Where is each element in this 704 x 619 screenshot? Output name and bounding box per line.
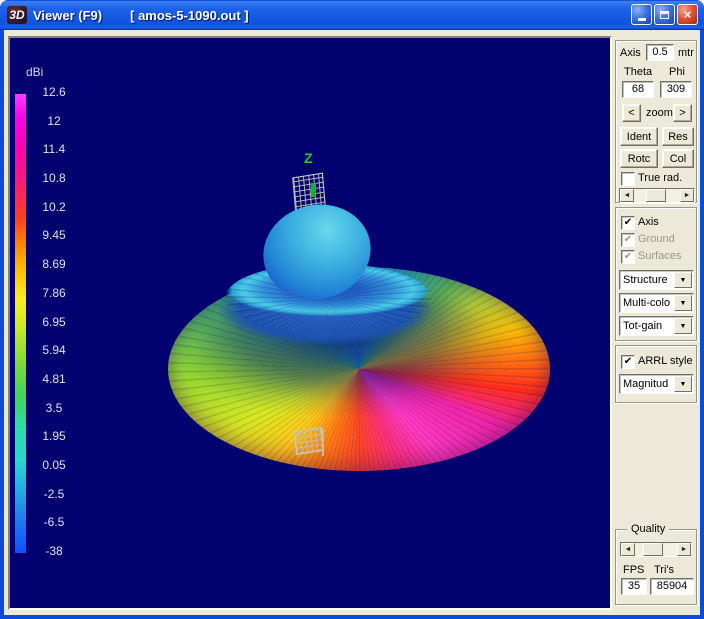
axis-unit-label: mtr bbox=[678, 47, 694, 60]
phi-label: Phi bbox=[669, 66, 685, 79]
arrl-style-label: ARRL style bbox=[638, 355, 693, 368]
app-icon: 3D bbox=[7, 6, 27, 24]
minimize-button[interactable] bbox=[631, 4, 652, 25]
3d-viewport-canvas[interactable]: dBi 12.6 12 11.4 10.8 10.2 9.45 8.69 7.86 6.95 5.… bbox=[8, 36, 612, 610]
z-axis-marker bbox=[311, 183, 316, 197]
fps-label: FPS bbox=[623, 564, 644, 577]
surfaces-checkbox: ✔ bbox=[621, 250, 635, 264]
quality-legend: Quality bbox=[627, 523, 669, 535]
surfaces-checkbox-label: Surfaces bbox=[638, 250, 681, 263]
gain-color-scale bbox=[15, 94, 26, 553]
maximize-icon bbox=[660, 11, 669, 19]
quality-slider[interactable]: ◄ ► bbox=[620, 542, 692, 557]
resolution-slider[interactable]: ◄ ► bbox=[619, 188, 695, 203]
true-rad-checkbox[interactable] bbox=[621, 172, 635, 186]
structure-dropdown-value: Structure bbox=[623, 273, 675, 287]
phi-input[interactable]: 309 bbox=[660, 81, 692, 98]
scale-ticks: 12.6 12 11.4 10.8 10.2 9.45 8.69 7.86 6.95 5.94 4.… bbox=[33, 86, 75, 558]
close-icon: × bbox=[684, 8, 692, 21]
ground-checkbox-label: Ground bbox=[638, 233, 675, 246]
slider-right-arrow-icon[interactable]: ► bbox=[677, 543, 691, 556]
ident-button[interactable]: Ident bbox=[620, 127, 658, 146]
scale-tick-label: 10.8 bbox=[33, 172, 75, 185]
scale-tick-label: 3.5 bbox=[33, 402, 75, 415]
scale-tick-label: 0.05 bbox=[33, 459, 75, 472]
res-button[interactable]: Res bbox=[662, 127, 694, 146]
gain-type-dropdown-value: Tot-gain bbox=[623, 319, 675, 333]
rotc-button[interactable]: Rotc bbox=[620, 149, 658, 168]
resolution-slider-thumb[interactable] bbox=[646, 189, 666, 202]
fps-value: 35 bbox=[621, 578, 647, 595]
tris-value: 85904 bbox=[650, 578, 694, 595]
gain-type-dropdown[interactable]: Tot-gain ▼ bbox=[619, 316, 694, 336]
quality-slider-thumb[interactable] bbox=[643, 543, 663, 556]
chevron-down-icon[interactable]: ▼ bbox=[674, 376, 692, 392]
magnitude-dropdown-value: Magnitud bbox=[623, 377, 675, 391]
maximize-button[interactable] bbox=[654, 4, 675, 25]
scale-tick-label: 10.2 bbox=[33, 201, 75, 214]
viewer-window: 3D Viewer (F9) [ amos-5-1090.out ] × dBi… bbox=[0, 0, 704, 619]
true-rad-label: True rad. bbox=[638, 172, 682, 185]
magnitude-dropdown[interactable]: Magnitud ▼ bbox=[619, 374, 694, 394]
scale-unit-label: dBi bbox=[26, 65, 43, 79]
arrl-style-group: ✔ ARRL style Magnitud ▼ bbox=[615, 345, 697, 403]
zoom-out-button[interactable]: < bbox=[622, 104, 641, 122]
scale-tick-label: 6.95 bbox=[33, 316, 75, 329]
antenna-mesh-panel-lower bbox=[294, 427, 324, 455]
minimize-icon bbox=[638, 18, 646, 21]
scale-tick-label: 1.95 bbox=[33, 430, 75, 443]
col-button[interactable]: Col bbox=[662, 149, 694, 168]
display-options-group: ✔ Axis ✔ Ground ✔ Surfaces Structure ▼ M… bbox=[615, 207, 697, 341]
z-axis-label: Z bbox=[304, 150, 313, 166]
control-panel: Axis 0.5 mtr Theta Phi 68 309 < zoom > I… bbox=[612, 36, 700, 609]
scale-tick-label: 7.86 bbox=[33, 287, 75, 300]
theta-input[interactable]: 68 bbox=[622, 81, 654, 98]
chevron-down-icon[interactable]: ▼ bbox=[674, 295, 692, 311]
scale-tick-label: -38 bbox=[33, 545, 75, 558]
tris-label: Tri's bbox=[654, 564, 674, 577]
scale-tick-label: -6.5 bbox=[33, 516, 75, 529]
ground-checkbox: ✔ bbox=[621, 233, 635, 247]
slider-left-arrow-icon[interactable]: ◄ bbox=[620, 189, 634, 202]
color-mode-dropdown[interactable]: Multi-colo ▼ bbox=[619, 293, 694, 313]
chevron-down-icon[interactable]: ▼ bbox=[674, 318, 692, 334]
slider-left-arrow-icon[interactable]: ◄ bbox=[621, 543, 635, 556]
scale-tick-label: 4.81 bbox=[33, 373, 75, 386]
chevron-down-icon[interactable]: ▼ bbox=[674, 272, 692, 288]
scale-tick-label: 11.4 bbox=[33, 143, 75, 156]
scale-tick-label: 12.6 bbox=[33, 86, 75, 99]
quality-group: Quality ◄ ► FPS Tri's 35 85904 bbox=[615, 529, 697, 605]
window-title: Viewer (F9) bbox=[33, 8, 102, 23]
axis-checkbox-label: Axis bbox=[638, 216, 659, 229]
theta-label: Theta bbox=[624, 66, 652, 79]
scale-tick-label: -2.5 bbox=[33, 488, 75, 501]
axis-size-label: Axis bbox=[620, 47, 641, 60]
view-controls-group: Axis 0.5 mtr Theta Phi 68 309 < zoom > I… bbox=[615, 40, 697, 203]
zoom-in-button[interactable]: > bbox=[673, 104, 692, 122]
antenna-mast-lower bbox=[322, 429, 324, 456]
zoom-label: zoom bbox=[646, 107, 673, 120]
client-area: dBi 12.6 12 11.4 10.8 10.2 9.45 8.69 7.86 6.95 5.… bbox=[4, 30, 700, 615]
scale-tick-label: 5.94 bbox=[33, 344, 75, 357]
arrl-style-checkbox[interactable]: ✔ bbox=[621, 355, 635, 369]
window-title-filename: [ amos-5-1090.out ] bbox=[130, 8, 248, 23]
structure-dropdown[interactable]: Structure ▼ bbox=[619, 270, 694, 290]
scale-tick-label: 9.45 bbox=[33, 229, 75, 242]
slider-right-arrow-icon[interactable]: ► bbox=[680, 189, 694, 202]
color-mode-dropdown-value: Multi-colo bbox=[623, 296, 675, 310]
axis-size-input[interactable]: 0.5 bbox=[646, 44, 674, 61]
title-bar[interactable]: 3D Viewer (F9) [ amos-5-1090.out ] × bbox=[0, 0, 704, 30]
axis-checkbox[interactable]: ✔ bbox=[621, 216, 635, 230]
scale-tick-label: 12 bbox=[33, 115, 75, 128]
close-button[interactable]: × bbox=[677, 4, 698, 25]
scale-tick-label: 8.69 bbox=[33, 258, 75, 271]
